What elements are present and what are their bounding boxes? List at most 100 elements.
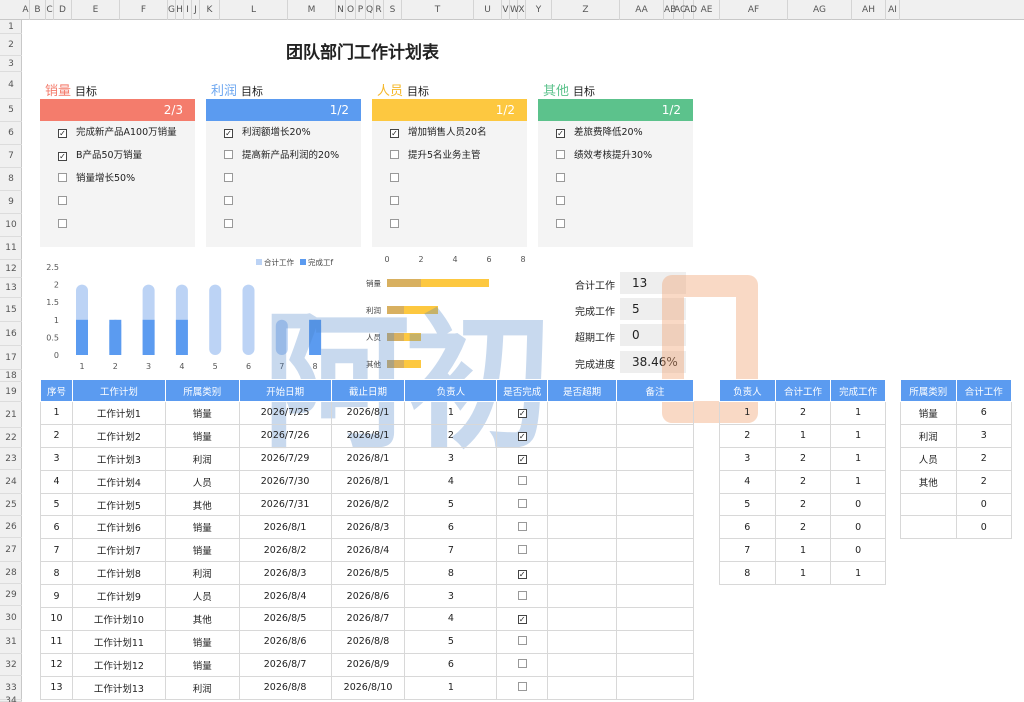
column-header[interactable]: N (336, 0, 346, 20)
row-header[interactable]: 23 (0, 448, 22, 470)
done-checkbox[interactable] (517, 590, 527, 600)
target-checkbox[interactable]: ✓ (556, 129, 565, 138)
target-checkbox[interactable] (224, 150, 233, 159)
table-cell[interactable]: 工作计划12 (71, 652, 166, 677)
target-checkbox[interactable] (556, 196, 565, 205)
done-checkbox[interactable]: ✓ (517, 432, 527, 442)
column-header[interactable]: B (30, 0, 46, 20)
table-cell[interactable] (547, 607, 618, 631)
table-cell[interactable]: 4 (40, 469, 73, 494)
row-header[interactable]: 22 (0, 428, 22, 448)
column-heading[interactable]: 工作计划 (71, 379, 166, 402)
column-header[interactable]: AH (852, 0, 886, 20)
table-cell[interactable]: 0 (955, 515, 1012, 540)
table-cell[interactable]: 2026/8/1 (330, 423, 406, 448)
table-cell[interactable] (616, 492, 694, 517)
table-cell[interactable]: 4 (404, 607, 498, 631)
done-checkbox[interactable]: ✓ (517, 569, 527, 579)
target-checkbox[interactable] (390, 219, 399, 228)
table-cell[interactable]: 8 (40, 561, 73, 586)
table-cell[interactable]: 其他 (164, 607, 240, 631)
column-heading[interactable]: 所属类别 (164, 379, 240, 402)
table-cell[interactable] (547, 446, 618, 471)
row-header[interactable]: 26 (0, 516, 22, 538)
table-cell[interactable]: 8 (719, 561, 776, 586)
table-cell[interactable] (616, 469, 694, 494)
column-header[interactable]: Y (526, 0, 552, 20)
column-heading[interactable]: 负责人 (404, 379, 498, 402)
table-cell[interactable]: 工作计划1 (71, 401, 166, 425)
table-cell[interactable] (616, 446, 694, 471)
table-cell[interactable]: 2026/7/29 (238, 446, 332, 471)
done-checkbox[interactable] (517, 521, 527, 531)
column-heading[interactable]: 截止日期 (330, 379, 406, 402)
column-header[interactable]: A (22, 0, 30, 20)
row-header[interactable]: 30 (0, 606, 22, 630)
table-cell[interactable] (616, 652, 694, 677)
table-cell[interactable]: 销量 (164, 538, 240, 563)
row-header[interactable]: 24 (0, 470, 22, 494)
table-cell[interactable]: 0 (830, 515, 886, 540)
table-cell[interactable] (547, 492, 618, 517)
column-header[interactable]: F (120, 0, 168, 20)
column-header[interactable]: AA (620, 0, 664, 20)
table-cell[interactable]: 5 (719, 492, 776, 517)
table-cell[interactable]: 1 (830, 446, 886, 471)
table-cell[interactable]: 1 (830, 401, 886, 425)
table-cell[interactable]: 2 (774, 469, 832, 494)
column-header[interactable]: O (346, 0, 356, 20)
table-cell[interactable] (900, 515, 957, 540)
table-cell[interactable]: 6 (404, 652, 498, 677)
table-cell[interactable]: 13 (40, 675, 73, 700)
column-header[interactable]: AC (674, 0, 686, 20)
row-header[interactable]: 2 (0, 34, 22, 56)
table-cell[interactable]: 工作计划13 (71, 675, 166, 700)
table-cell[interactable]: 工作计划3 (71, 446, 166, 471)
table-cell[interactable]: 2026/8/2 (330, 492, 406, 517)
row-header[interactable]: 5 (0, 99, 22, 122)
target-checkbox[interactable] (224, 173, 233, 182)
table-cell[interactable]: 2026/8/3 (238, 561, 332, 586)
table-cell[interactable]: 2026/7/31 (238, 492, 332, 517)
table-cell[interactable]: 2 (955, 446, 1012, 471)
column-header[interactable]: AI (886, 0, 900, 20)
column-header[interactable]: AE (694, 0, 720, 20)
target-checkbox[interactable]: ✓ (58, 152, 67, 161)
table-cell[interactable]: 人员 (900, 446, 957, 471)
column-heading[interactable]: 备注 (616, 379, 694, 402)
table-cell[interactable]: 0 (955, 492, 1012, 517)
table-cell[interactable]: 7 (719, 538, 776, 563)
done-cell[interactable] (496, 629, 549, 654)
table-cell[interactable]: 1 (774, 561, 832, 586)
table-cell[interactable]: 其他 (164, 492, 240, 517)
row-header[interactable]: 16 (0, 322, 22, 346)
table-cell[interactable]: 2026/8/3 (330, 515, 406, 540)
column-header[interactable]: R (374, 0, 384, 20)
table-cell[interactable]: 2 (955, 469, 1012, 494)
done-cell[interactable] (496, 515, 549, 540)
table-cell[interactable] (547, 423, 618, 448)
table-cell[interactable] (616, 584, 694, 609)
table-cell[interactable]: 3 (404, 446, 498, 471)
table-cell[interactable]: 1 (40, 401, 73, 425)
column-heading[interactable]: 是否完成 (496, 379, 549, 402)
table-cell[interactable]: 2 (774, 401, 832, 425)
table-cell[interactable]: 工作计划10 (71, 607, 166, 631)
table-cell[interactable]: 1 (719, 401, 776, 425)
table-cell[interactable]: 2026/8/4 (238, 584, 332, 609)
row-header[interactable]: 6 (0, 122, 22, 145)
target-checkbox[interactable] (556, 173, 565, 182)
table-cell[interactable]: 销量 (164, 423, 240, 448)
table-cell[interactable]: 工作计划8 (71, 561, 166, 586)
table-cell[interactable]: 2026/8/7 (330, 607, 406, 631)
table-cell[interactable]: 2 (719, 423, 776, 448)
table-cell[interactable]: 11 (40, 629, 73, 654)
table-cell[interactable]: 2026/8/10 (330, 675, 406, 700)
table-cell[interactable]: 10 (40, 607, 73, 631)
row-header[interactable]: 4 (0, 72, 22, 99)
table-cell[interactable] (547, 401, 618, 425)
column-heading[interactable]: 所属类别 (900, 379, 957, 402)
column-header[interactable]: AB (664, 0, 676, 20)
row-header[interactable]: 19 (0, 382, 22, 402)
target-checkbox[interactable] (390, 150, 399, 159)
